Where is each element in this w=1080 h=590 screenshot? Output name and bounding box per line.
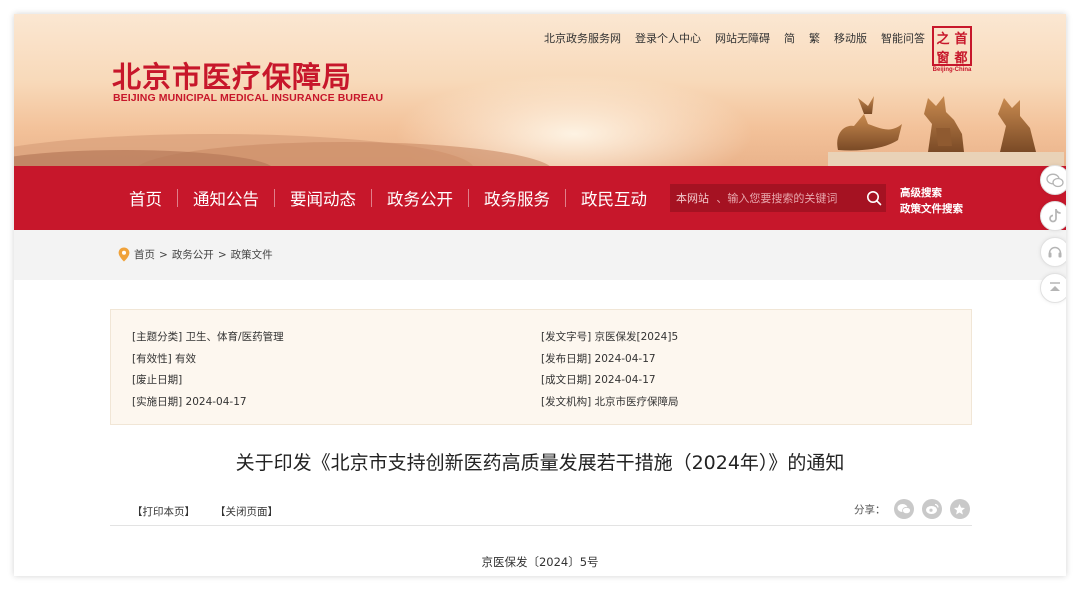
advanced-search-link[interactable]: 高级搜索 — [900, 185, 963, 201]
weibo-share-button[interactable] — [921, 499, 942, 519]
breadcrumb-separator: > — [159, 248, 168, 261]
article-tools: 【打印本页】 【关闭页面】 — [132, 504, 278, 519]
meta-repeal-date: [废止日期] — [132, 374, 183, 386]
advanced-search-links: 高级搜索 政策文件搜索 — [900, 185, 963, 217]
breadcrumb-home[interactable]: 首页 — [134, 247, 155, 262]
share-bar: 分享： — [854, 499, 970, 519]
article-title: 关于印发《北京市支持创新医药高质量发展若干措施（2024年）》的通知 — [235, 452, 845, 474]
back-to-top-button[interactable] — [1040, 273, 1066, 303]
breadcrumb-policy-docs[interactable]: 政策文件 — [231, 247, 273, 262]
wechat-share-button[interactable] — [893, 499, 914, 519]
wechat-icon — [897, 504, 911, 515]
meta-topic: [主题分类] 卫生、体育/医药管理 — [132, 331, 284, 343]
breadcrumb-gov-disclosure[interactable]: 政务公开 — [172, 247, 214, 262]
tiktok-icon — [1049, 209, 1061, 223]
floating-side-bar — [1040, 165, 1066, 303]
star-icon — [954, 503, 965, 514]
search-input[interactable] — [716, 184, 862, 212]
seal-caption: Beijing-China — [932, 67, 972, 73]
meta-doc-number: [发文字号] 京医保发[2024]5 — [541, 331, 679, 343]
nav-item-gov-disclosure[interactable]: 政务公开 — [372, 166, 468, 230]
breadcrumb-bar: 首页 > 政务公开 > 政策文件 — [14, 230, 1066, 280]
meta-validity: [有效性] 有效 — [132, 352, 197, 365]
browser-page: 北京市医疗保障局 BEIJING MUNICIPAL MEDICAL INSUR… — [14, 14, 1066, 576]
main-nav: 首页 通知公告 要闻动态 政务公开 政务服务 政民互动 本网站 高级搜索 — [14, 166, 1066, 230]
meta-column-left: [主题分类] 卫生、体育/医药管理 [有效性] 有效 [废止日期] [实施日期]… — [132, 327, 284, 413]
policy-search-link[interactable]: 政策文件搜索 — [900, 201, 963, 217]
link-accessibility[interactable]: 网站无障碍 — [715, 30, 770, 46]
document-meta-box: [主题分类] 卫生、体育/医药管理 [有效性] 有效 [废止日期] [实施日期]… — [110, 309, 972, 425]
nav-item-interaction[interactable]: 政民互动 — [566, 166, 662, 230]
breadcrumb-separator: > — [217, 248, 227, 261]
meta-effective-date: [实施日期] 2024-04-17 — [132, 395, 247, 408]
douyin-float-button[interactable] — [1040, 201, 1066, 231]
link-smart-qa[interactable]: 智能问答 — [881, 30, 925, 46]
print-page-link[interactable]: 【打印本页】 — [132, 504, 195, 519]
link-simplified[interactable]: 简 — [784, 30, 795, 46]
bronze-statues-decoration — [828, 96, 1064, 166]
favorite-share-button[interactable] — [949, 499, 970, 519]
wechat-float-button[interactable] — [1040, 165, 1066, 195]
search-icon — [866, 191, 882, 206]
customer-service-float-button[interactable] — [1040, 237, 1066, 267]
seal-char: 首 — [954, 32, 968, 47]
close-page-link[interactable]: 【关闭页面】 — [215, 504, 278, 519]
divider-line — [110, 525, 972, 526]
seal-char: 都 — [954, 51, 968, 66]
link-gov-service[interactable]: 北京政务服务网 — [544, 30, 621, 46]
meta-issuing-agency: [发文机构] 北京市医疗保障局 — [541, 395, 679, 408]
link-login[interactable]: 登录个人中心 — [635, 30, 701, 46]
location-pin-icon — [118, 247, 130, 262]
site-logo-chinese[interactable]: 北京市医疗保障局 — [112, 54, 352, 96]
search-button[interactable] — [861, 184, 886, 212]
nav-item-notices[interactable]: 通知公告 — [178, 166, 274, 230]
meta-column-right: [发文字号] 京医保发[2024]5 [发布日期] 2024-04-17 [成文… — [541, 327, 679, 413]
breadcrumb: 首页 > 政务公开 > 政策文件 — [118, 247, 273, 262]
nav-item-home[interactable]: 首页 — [114, 166, 177, 230]
search-box: 本网站 — [670, 184, 886, 212]
link-traditional[interactable]: 繁 — [809, 30, 820, 46]
weibo-icon — [925, 503, 939, 514]
document-number: 京医保发〔2024〕5号 — [481, 555, 599, 569]
share-label: 分享： — [854, 503, 886, 516]
capital-seal-logo: 之 首 窗 都 Beijing-China — [932, 26, 972, 74]
search-scope[interactable]: 本网站 — [670, 190, 716, 206]
top-links: 北京政务服务网 登录个人中心 网站无障碍 简 繁 移动版 智能问答 — [544, 30, 925, 46]
headset-icon — [1048, 246, 1062, 258]
nav-item-news[interactable]: 要闻动态 — [275, 166, 371, 230]
nav-item-gov-services[interactable]: 政务服务 — [469, 166, 565, 230]
meta-written-date: [成文日期] 2024-04-17 — [541, 374, 656, 386]
arrow-up-icon — [1050, 282, 1060, 291]
wechat-icon — [1046, 173, 1064, 187]
seal-char: 之 — [936, 32, 950, 47]
link-mobile[interactable]: 移动版 — [834, 30, 867, 46]
seal-char: 窗 — [936, 51, 950, 66]
site-logo-english: BEIJING MUNICIPAL MEDICAL INSURANCE BURE… — [113, 92, 384, 104]
header-banner: 北京市医疗保障局 BEIJING MUNICIPAL MEDICAL INSUR… — [14, 14, 1066, 166]
meta-publish-date: [发布日期] 2024-04-17 — [541, 352, 656, 365]
